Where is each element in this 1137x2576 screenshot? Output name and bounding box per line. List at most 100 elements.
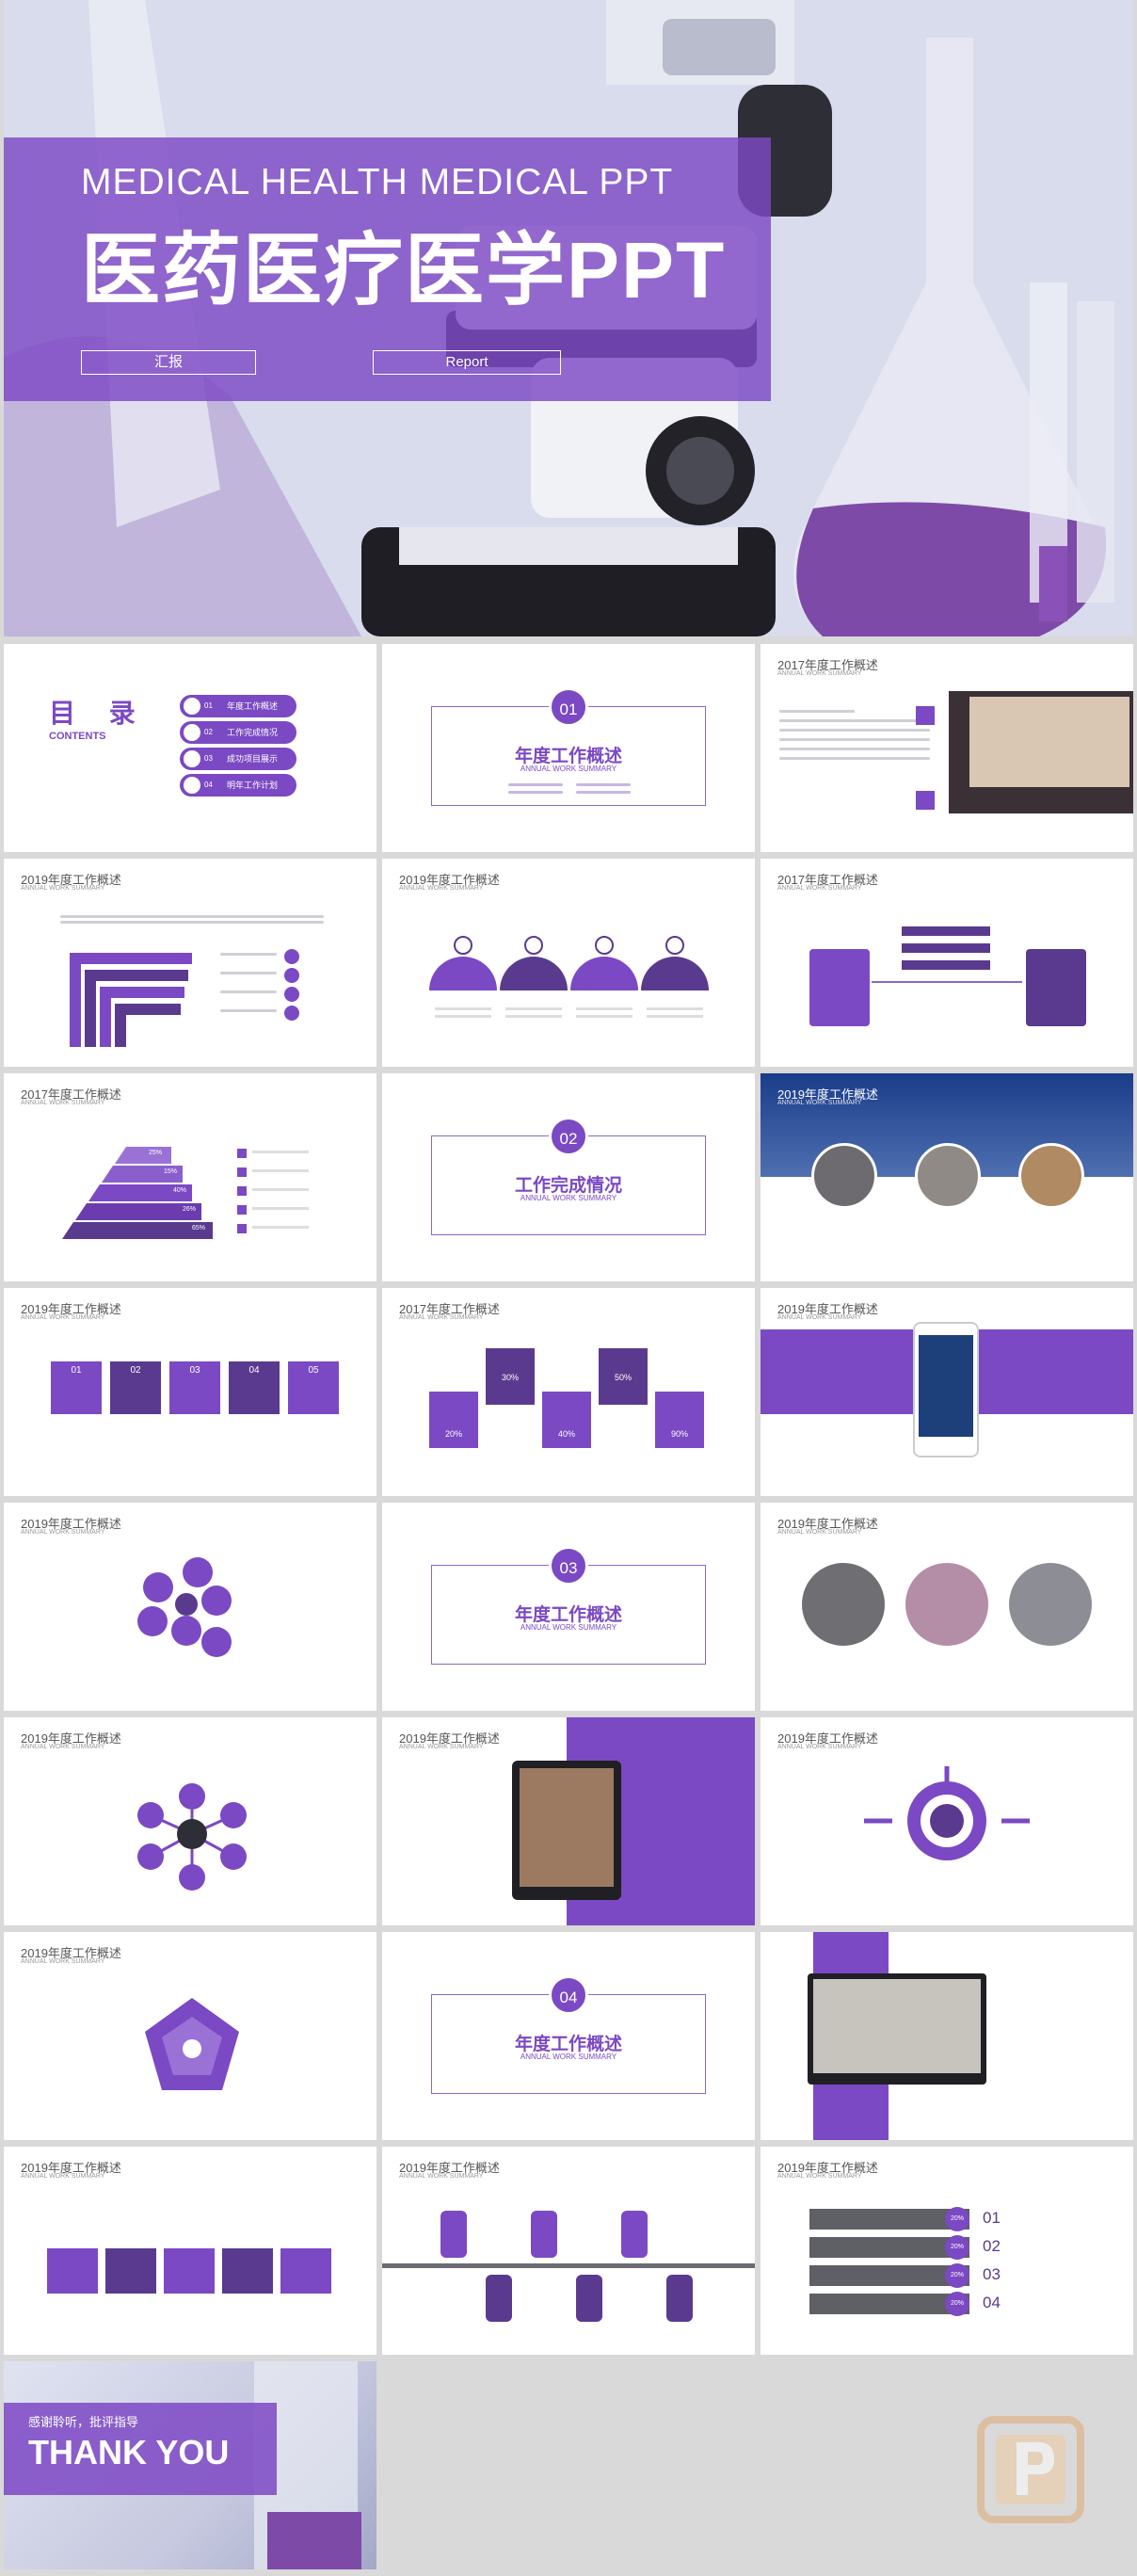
slide-bar-list[interactable]: 2019年度工作概述 ANNUAL WORK SUMMARY 20% 20% 2… (761, 2147, 1133, 2355)
bar-percent: 20% (945, 2235, 969, 2260)
phone-screen (919, 1335, 973, 1437)
slide-laptop[interactable]: 2017年度工作概述 ANNUAL WORK SUMMARY (761, 644, 1133, 852)
section-title: 工作完成情况 (514, 1176, 622, 1196)
banner-number: 04 (229, 1361, 280, 1414)
section-subtitle: ANNUAL WORK SUMMARY (520, 1623, 617, 1632)
hexagon-percent: 90% (655, 1392, 704, 1448)
timeline-node (666, 2275, 693, 2322)
timeline-node (576, 2275, 602, 2322)
slide-photo-circles[interactable]: 2019年度工作概述 ANNUAL WORK SUMMARY (761, 1503, 1133, 1711)
slide-subtitle: ANNUAL WORK SUMMARY (777, 885, 862, 892)
flow-label (902, 960, 990, 970)
section-slide-01[interactable]: 01 年度工作概述 ANNUAL WORK SUMMARY (382, 644, 755, 852)
slide-subtitle: ANNUAL WORK SUMMARY (777, 2173, 862, 2180)
timeline-node (621, 2211, 648, 2258)
timeline-node (486, 2275, 512, 2322)
thanks-title: THANK YOU (28, 2433, 230, 2471)
slide-overview: MEDICAL HEALTH MEDICAL PPT 医药医疗医学PPT 汇报 … (0, 0, 1137, 2576)
laptop-screen (969, 697, 1129, 787)
slide-subtitle: ANNUAL WORK SUMMARY (21, 2173, 105, 2180)
list-number: 01 (983, 2209, 1001, 2227)
chat-icon (184, 724, 200, 741)
timeline-node (531, 2211, 557, 2258)
contents-item-1[interactable]: 01 年度工作概述 (180, 695, 296, 717)
section-slide-02[interactable]: 02 工作完成情况 ANNUAL WORK SUMMARY (382, 1073, 755, 1281)
section-subtitle: ANNUAL WORK SUMMARY (520, 765, 617, 773)
report-en-button[interactable]: Report (373, 350, 561, 375)
pin-icon (284, 1006, 299, 1021)
section-number: 03 (549, 1546, 588, 1586)
thank-you-slide[interactable]: 感谢聆听，批评指导 THANK YOU (4, 2361, 376, 2569)
slide-numbered-banners[interactable]: 2019年度工作概述 ANNUAL WORK SUMMARY 01 02 03 … (4, 1288, 376, 1496)
report-cn-button[interactable]: 汇报 (81, 350, 256, 375)
hexagon-percent: 40% (542, 1392, 591, 1448)
section-title: 年度工作概述 (514, 1605, 622, 1625)
slide-pentagon[interactable]: 2019年度工作概述 ANNUAL WORK SUMMARY (4, 1932, 376, 2140)
monitor-screen (813, 1979, 981, 2073)
hexagon-percent: 30% (486, 1348, 535, 1405)
slide-subtitle: ANNUAL WORK SUMMARY (399, 1744, 484, 1750)
slide-circle-cluster[interactable]: 2019年度工作概述 ANNUAL WORK SUMMARY (4, 1503, 376, 1711)
slide-hub[interactable]: 2019年度工作概述 ANNUAL WORK SUMMARY (4, 1717, 376, 1925)
purple-liquid (267, 2512, 361, 2569)
contents-item-4[interactable]: 04 明年工作计划 (180, 774, 296, 797)
contents-item-3[interactable]: 03 成功项目展示 (180, 748, 296, 770)
slide-phone[interactable]: 2019年度工作概述 ANNUAL WORK SUMMARY (761, 1288, 1133, 1496)
bar-percent: 20% (945, 2263, 969, 2288)
section-number: 02 (549, 1117, 588, 1156)
slide-timeline[interactable]: 2019年度工作概述 ANNUAL WORK SUMMARY (382, 2147, 755, 2355)
slide-hexagons[interactable]: 2017年度工作概述 ANNUAL WORK SUMMARY 20% 30% 4… (382, 1288, 755, 1496)
slide-arrows[interactable]: 2019年度工作概述 ANNUAL WORK SUMMARY (4, 859, 376, 1067)
slide-pins[interactable]: 2019年度工作概述 ANNUAL WORK SUMMARY (4, 2147, 376, 2355)
section-subtitle: ANNUAL WORK SUMMARY (520, 1194, 617, 1202)
cover-slide[interactable]: MEDICAL HEALTH MEDICAL PPT 医药医疗医学PPT 汇报 … (4, 0, 1133, 636)
section-number: 04 (549, 1975, 588, 2015)
star-icon (916, 791, 935, 810)
cover-title: 医药医疗医学PPT (81, 226, 727, 314)
text-line (779, 729, 930, 732)
pin-box (47, 2248, 98, 2294)
photo-circle (915, 1143, 981, 1209)
text-line (60, 915, 324, 918)
section-slide-03[interactable]: 03 年度工作概述 ANNUAL WORK SUMMARY (382, 1503, 755, 1711)
contents-item-number: 02 (204, 728, 213, 736)
pyramid-percent: 15% (164, 1168, 178, 1175)
cloud-icon (284, 968, 299, 983)
pyramid-percent: 25% (149, 1150, 163, 1156)
contents-item-number: 01 (204, 701, 213, 710)
bar-percent: 20% (945, 2207, 969, 2231)
right-text-box (1026, 949, 1086, 1026)
pyramid-chart (62, 1147, 309, 1239)
slide-tablet[interactable]: 2019年度工作概述 ANNUAL WORK SUMMARY (382, 1717, 755, 1925)
text-line (779, 738, 930, 741)
circle-cluster-graphic (137, 1557, 232, 1657)
slide-subtitle: ANNUAL WORK SUMMARY (777, 1314, 862, 1321)
slide-monitor[interactable] (761, 1932, 1133, 2140)
slide-pyramid[interactable]: 2017年度工作概述 ANNUAL WORK SUMMARY 25% 15% 4… (4, 1073, 376, 1281)
section-slide-04[interactable]: 04 年度工作概述 ANNUAL WORK SUMMARY (382, 1932, 755, 2140)
text-line (220, 990, 277, 993)
timeline-node (440, 2211, 467, 2258)
pin-box (164, 2248, 215, 2294)
text-line (779, 719, 930, 722)
section-bullet-line (508, 791, 563, 794)
contents-item-2[interactable]: 02 工作完成情况 (180, 721, 296, 744)
handshake-photo (905, 1563, 988, 1646)
slide-domes[interactable]: 2019年度工作概述 ANNUAL WORK SUMMARY (382, 859, 755, 1067)
hub-graphic (137, 1783, 247, 1891)
section-title: 年度工作概述 (514, 747, 622, 766)
slide-building[interactable]: 2019年度工作概述 ANNUAL WORK SUMMARY (761, 1073, 1133, 1281)
contents-slide[interactable]: 目 录 CONTENTS 01 年度工作概述 02 工作完成情况 03 成功项目展示 … (4, 644, 376, 852)
section-bullet-line (508, 783, 563, 786)
hexagon-percent: 20% (429, 1392, 478, 1448)
contents-item-label: 明年工作计划 (227, 781, 279, 790)
contents-item-number: 04 (204, 781, 213, 789)
text-line (220, 953, 277, 956)
photo-circle (1018, 1143, 1084, 1209)
section-title: 年度工作概述 (514, 2035, 622, 2054)
slide-target[interactable]: 2019年度工作概述 ANNUAL WORK SUMMARY (761, 1717, 1133, 1925)
slide-flow-boxes[interactable]: 2017年度工作概述 ANNUAL WORK SUMMARY (761, 859, 1133, 1067)
watermark-logo-icon (977, 2416, 1084, 2523)
timeline-bar (382, 2263, 755, 2268)
settings-icon (284, 987, 299, 1002)
